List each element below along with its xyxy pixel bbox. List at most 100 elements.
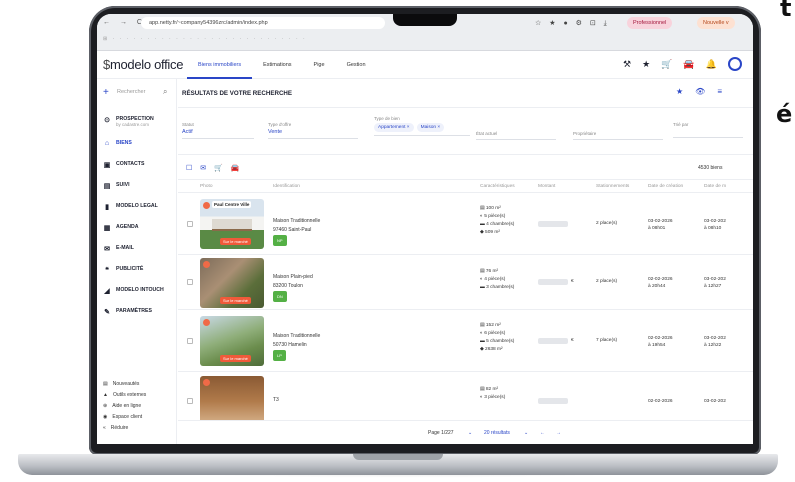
mail-icon[interactable]: ✉ xyxy=(200,164,206,172)
sidebar-item-publicite[interactable]: ❝ PUBLICITÉ xyxy=(103,266,143,274)
tab-biens-immobiliers[interactable]: Biens immobiliers xyxy=(187,51,253,79)
property-photo[interactable]: Sur le marché xyxy=(200,258,264,308)
col-photo[interactable]: Photo xyxy=(200,184,213,189)
table-row[interactable]: Sur le marché Maison Traditionnelle 5073… xyxy=(178,310,753,372)
avatar[interactable] xyxy=(727,57,742,71)
sidebar-footer-aide[interactable]: ⊕ Aide en ligne xyxy=(103,403,141,409)
status-dot xyxy=(203,319,210,326)
table-header: Photo Identification Caractéristiques Mo… xyxy=(178,179,753,193)
chevron-down-icon[interactable]: ⌄ xyxy=(468,430,472,436)
col-montant[interactable]: Montant xyxy=(538,184,555,189)
sidebar-item-biens[interactable]: ⌂ BIENS xyxy=(103,140,132,147)
favorite-icon[interactable]: ★ xyxy=(676,87,683,96)
app-logo[interactable]: $modelo office xyxy=(103,57,183,72)
row-checkbox[interactable] xyxy=(187,398,193,404)
prev-page-button[interactable]: ← xyxy=(540,430,545,436)
table-row[interactable]: Paul Centre Ville Sur le marché Maison T… xyxy=(178,193,753,255)
dpe-badge: LP xyxy=(273,350,286,361)
sidebar-item-parametres[interactable]: ✎ PARAMÈTRES xyxy=(103,308,152,316)
add-icon[interactable]: + xyxy=(103,87,109,98)
sidebar-footer-espace[interactable]: ◉ Espace client xyxy=(103,414,142,420)
col-identification[interactable]: Identification xyxy=(273,184,300,189)
sidebar-item-contacts[interactable]: ▣ CONTACTS xyxy=(103,161,145,169)
view-icon[interactable]: 👁 xyxy=(695,87,705,96)
filter-tri[interactable]: Trié par xyxy=(673,122,743,138)
date-modified: 03-02-202 à 12h22 xyxy=(704,336,726,348)
prospection-icon: ⊙ xyxy=(104,117,110,124)
filter-label: Trié par xyxy=(673,122,689,127)
next-page-button[interactable]: → xyxy=(556,430,561,436)
browser-nav-buttons[interactable]: ← → C xyxy=(103,19,146,26)
filter-type-bien[interactable]: Type de bien Appartement × Maison × xyxy=(374,116,470,136)
parking: 7 place(s) xyxy=(596,338,618,343)
wrench-icon: ✎ xyxy=(104,309,110,316)
property-features: ▤ 76 m² ◐ 4 pièce(s) ▬ 3 chambre(s) xyxy=(480,268,514,292)
table-row[interactable]: Sur le marché Maison Plain-pied 83200 To… xyxy=(178,255,753,310)
browser-toolbar-icons[interactable]: ☆ ★ ● ⚙ ⊡ ⤓ xyxy=(535,19,610,28)
menu-icon[interactable]: ≡ xyxy=(717,87,722,96)
chip-appartement[interactable]: Appartement × xyxy=(374,123,414,132)
sidebar-item-label: MODELO INTOUCH xyxy=(116,287,164,293)
tab-estimations[interactable]: Estimations xyxy=(252,51,302,79)
per-page-select[interactable]: 20 résultats xyxy=(484,430,510,436)
property-photo[interactable]: Paul Centre Ville Sur le marché xyxy=(200,199,264,249)
sidebar-footer-outils[interactable]: ▲ Outils externes xyxy=(103,392,146,398)
tab-gestion[interactable]: Gestion xyxy=(336,51,377,79)
property-photo[interactable]: Sur le marché xyxy=(200,316,264,366)
page-title: RÉSULTATS DE VOTRE RECHERCHE xyxy=(182,90,293,97)
cropped-text-mid: é xyxy=(776,100,793,128)
sidebar-item-email[interactable]: ✉ E-MAIL xyxy=(103,245,134,253)
new-window-button[interactable]: Nouvelle v xyxy=(697,17,735,29)
chevron-down-icon[interactable]: ⌄ xyxy=(524,430,528,436)
address-bar[interactable]: app.netty.fr/~company54396zrc/admin/inde… xyxy=(141,17,385,29)
sidebar-footer-reduire[interactable]: « Réduire xyxy=(103,425,128,431)
bell-icon[interactable]: 🔔 xyxy=(706,59,717,71)
chip-maison[interactable]: Maison × xyxy=(416,123,445,132)
parking: 2 place(s) xyxy=(596,221,618,226)
sidebar: + Rechercher ⌕ ⊙ PROSPECTION by cadastre.… xyxy=(97,79,177,444)
filter-statut[interactable]: Statut Actif xyxy=(182,122,254,139)
tab-pige[interactable]: Pige xyxy=(303,51,336,79)
profile-button[interactable]: Professionnel xyxy=(627,17,673,29)
help-icon: ⊕ xyxy=(103,403,108,409)
sidebar-item-label: MODELO LEGAL xyxy=(116,203,158,209)
star-icon[interactable]: ★ xyxy=(642,59,650,71)
tools-icon[interactable]: ⚒ xyxy=(623,59,631,71)
sidebar-item-prospection[interactable]: ⊙ PROSPECTION by cadastre.com xyxy=(103,116,154,127)
search-icon[interactable]: ⌕ xyxy=(163,87,167,97)
row-checkbox[interactable] xyxy=(187,221,193,227)
sidebar-item-suivi[interactable]: ▤ SUIVI xyxy=(103,182,130,190)
property-identification: Maison Traditionnelle 97460 Saint-Paul N… xyxy=(273,217,320,246)
sidebar-item-agenda[interactable]: ▦ AGENDA xyxy=(103,224,139,232)
news-icon: ▤ xyxy=(103,381,108,387)
filter-etat[interactable]: État actuel xyxy=(476,131,556,140)
collapse-icon: « xyxy=(103,425,106,431)
property-title: T3 xyxy=(273,397,279,403)
filter-proprietaire[interactable]: Propriétaire xyxy=(573,131,663,140)
table-row[interactable]: T3 ▤ 82 m² ◐ 3 pièce(s) 02-02-2026 03-02… xyxy=(178,372,753,420)
col-caracteristiques[interactable]: Caractéristiques xyxy=(480,184,515,189)
date-modified: 03-02-202 xyxy=(704,399,726,404)
col-date-modification[interactable]: Date de m xyxy=(704,184,726,189)
sidebar-footer-label: Nouveautés xyxy=(112,381,140,387)
cart-icon[interactable]: 🛒 xyxy=(661,59,672,71)
cart-icon[interactable]: 🛒 xyxy=(214,164,223,172)
bookmarks-bar[interactable]: ⊞ · · · · · · · · · · · · · · · · · · · … xyxy=(103,36,403,44)
property-photo[interactable] xyxy=(200,376,264,420)
sidebar-search-input[interactable]: Rechercher xyxy=(117,89,145,95)
car-icon[interactable]: 🚘 xyxy=(683,59,694,71)
property-city: 83200 Toulon xyxy=(273,283,303,289)
car-icon[interactable]: 🚘 xyxy=(231,164,240,172)
sidebar-item-modelo-intouch[interactable]: ◢ MODELO INTOUCH xyxy=(103,287,164,295)
sidebar-footer-nouveautes[interactable]: ▤ Nouveautés xyxy=(103,381,139,387)
filter-type-offre[interactable]: Type d'offre Vente xyxy=(268,122,358,139)
market-badge: Sur le marché xyxy=(220,355,251,362)
row-checkbox[interactable] xyxy=(187,338,193,344)
select-all-checkbox[interactable]: ☐ xyxy=(186,164,192,172)
page-indicator[interactable]: Page 1/227 xyxy=(428,430,454,436)
col-date-creation[interactable]: Date de création xyxy=(648,184,683,189)
dpe-badge: NP xyxy=(273,235,287,246)
row-checkbox[interactable] xyxy=(187,279,193,285)
col-stationnements[interactable]: Stationnements xyxy=(596,184,629,189)
sidebar-item-modelo-legal[interactable]: ▮ MODELO LEGAL xyxy=(103,203,158,211)
